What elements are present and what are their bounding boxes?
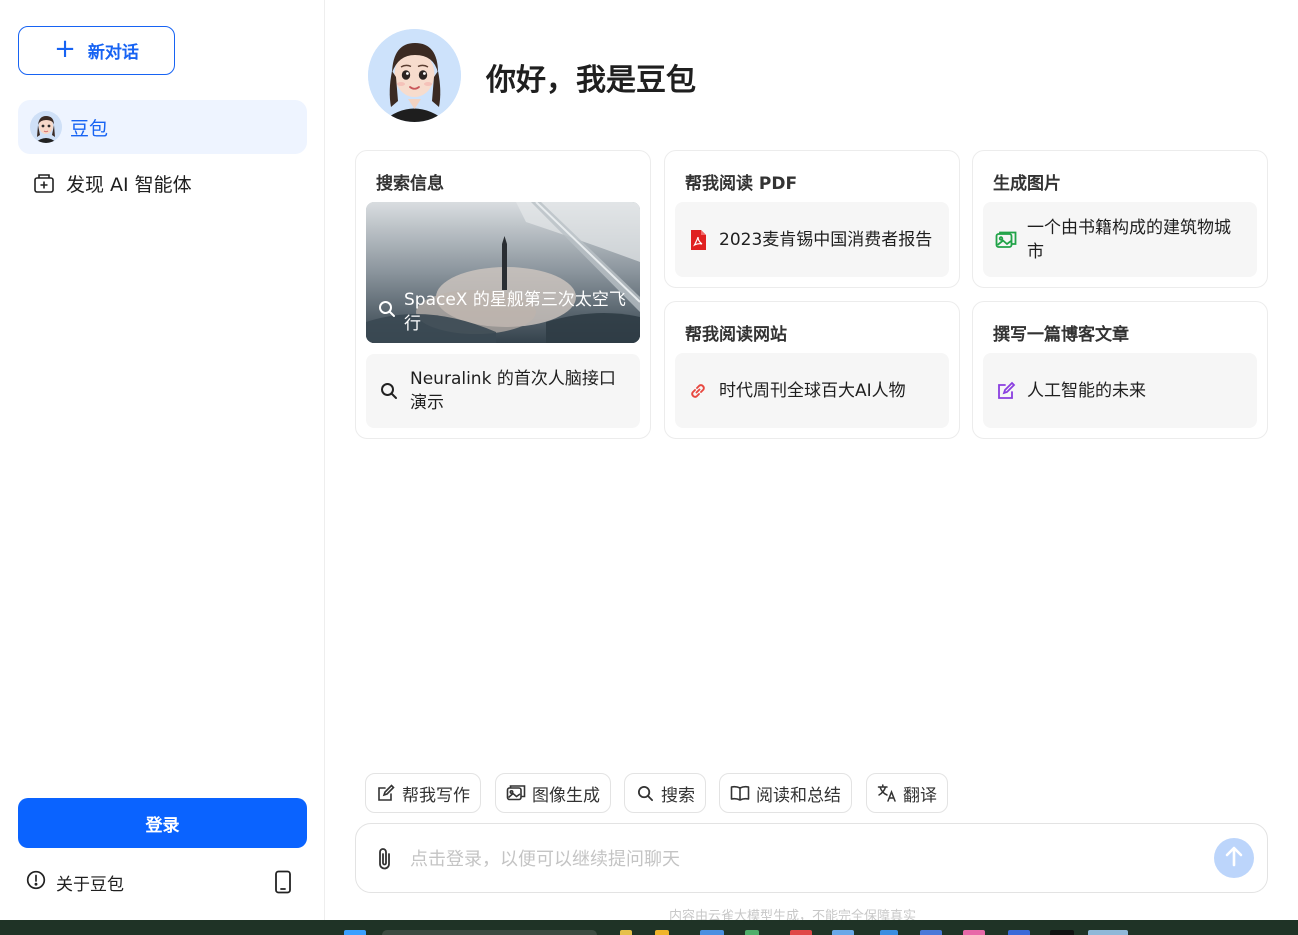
card-generate-image: 生成图片 一个由书籍构成的建筑物城市 [972, 150, 1268, 288]
suggestion-text: SpaceX 的星舰第三次太空飞行 [404, 290, 626, 334]
tool-search[interactable]: 搜索 [624, 773, 706, 813]
suggestion-ai-future[interactable]: 人工智能的未来 [983, 353, 1257, 428]
tool-read-summarize[interactable]: 阅读和总结 [719, 773, 852, 813]
login-button[interactable]: 登录 [18, 798, 307, 848]
phone-icon[interactable] [270, 868, 296, 896]
suggestion-caption: SpaceX 的星舰第三次太空飞行 [378, 288, 628, 336]
suggestion-book-city[interactable]: 一个由书籍构成的建筑物城市 [983, 202, 1257, 277]
suggestion-text: 时代周刊全球百大AI人物 [719, 380, 906, 401]
suggestion-spacex-photo[interactable]: SpaceX 的星舰第三次太空飞行 [366, 202, 640, 343]
card-read-website: 帮我阅读网站 时代周刊全球百大AI人物 [664, 301, 960, 439]
suggestion-text: Neuralink 的首次人脑接口演示 [410, 369, 616, 413]
taskbar-app-icon[interactable] [920, 930, 942, 935]
book-icon [730, 783, 750, 803]
chat-input-box [355, 823, 1268, 893]
tool-translate[interactable]: 翻译 [866, 773, 948, 813]
search-icon [635, 783, 655, 803]
taskbar-start-icon[interactable] [344, 930, 366, 935]
write-icon [376, 783, 396, 803]
card-read-pdf: 帮我阅读 PDF 2023麦肯锡中国消费者报告 [664, 150, 960, 288]
taskbar-app-icon[interactable] [700, 930, 724, 935]
tool-label: 阅读和总结 [756, 785, 841, 806]
image-gen-icon [506, 783, 526, 803]
card-search-info: 搜索信息 SpaceX 的星舰第三次太空飞行 Neuralink 的首次人脑接口… [355, 150, 651, 439]
send-button[interactable] [1214, 838, 1254, 878]
plus-icon: + [54, 34, 76, 64]
image-icon [995, 229, 1017, 251]
suggestion-neuralink[interactable]: Neuralink 的首次人脑接口演示 [366, 354, 640, 428]
chat-input[interactable] [410, 842, 1200, 876]
sidebar-item-label: 豆包 [70, 117, 109, 140]
os-taskbar [0, 920, 1298, 935]
card-title: 帮我阅读 PDF [685, 174, 798, 194]
tool-help-write[interactable]: 帮我写作 [365, 773, 481, 813]
about-label: 关于豆包 [56, 874, 124, 895]
search-icon [378, 300, 396, 336]
send-arrow-icon [1224, 845, 1244, 871]
taskbar-app-icon[interactable] [1008, 930, 1030, 935]
sidebar-item-doubao[interactable]: 豆包 [18, 100, 307, 154]
suggestion-time-ai-100[interactable]: 时代周刊全球百大AI人物 [675, 353, 949, 428]
sidebar: + 新对话 豆包 发现 AI 智能体 登录 关于豆包 [0, 0, 325, 920]
translate-icon [877, 783, 897, 803]
taskbar-app-icon[interactable] [880, 930, 898, 935]
new-chat-label: 新对话 [87, 43, 139, 63]
about-doubao-link[interactable]: 关于豆包 [26, 866, 124, 898]
tool-label: 帮我写作 [402, 785, 470, 806]
taskbar-app-icon[interactable] [832, 930, 854, 935]
taskbar-app-icon[interactable] [1088, 930, 1128, 935]
suggestion-text: 一个由书籍构成的建筑物城市 [1027, 217, 1231, 262]
taskbar-app-icon[interactable] [1050, 930, 1074, 935]
tool-label: 图像生成 [532, 785, 600, 806]
discover-agent-icon [30, 169, 58, 197]
new-chat-button[interactable]: + 新对话 [18, 26, 175, 75]
suggestion-mckinsey-report[interactable]: 2023麦肯锡中国消费者报告 [675, 202, 949, 277]
taskbar-app-icon[interactable] [963, 930, 985, 935]
doubao-avatar [30, 111, 62, 143]
sidebar-item-label: 发现 AI 智能体 [66, 173, 192, 196]
taskbar-app-icon[interactable] [790, 930, 812, 935]
tool-label: 翻译 [903, 785, 937, 806]
card-write-blog: 撰写一篇博客文章 人工智能的未来 [972, 301, 1268, 439]
greeting-title: 你好，我是豆包 [486, 63, 696, 98]
edit-icon [995, 380, 1017, 402]
card-title: 撰写一篇博客文章 [993, 325, 1129, 345]
card-title: 帮我阅读网站 [685, 325, 787, 345]
tool-image-generation[interactable]: 图像生成 [495, 773, 611, 813]
taskbar-folder-icon[interactable] [655, 930, 669, 935]
card-title: 搜索信息 [376, 174, 444, 194]
pdf-icon [687, 229, 709, 251]
taskbar-app-icon[interactable] [620, 930, 632, 935]
link-icon [687, 380, 709, 402]
taskbar-app-icon[interactable] [745, 930, 759, 935]
taskbar-search-box[interactable] [382, 930, 597, 935]
suggestion-text: 2023麦肯锡中国消费者报告 [719, 229, 933, 250]
card-title: 生成图片 [993, 174, 1061, 194]
search-icon [378, 380, 400, 402]
suggestion-text: 人工智能的未来 [1027, 380, 1146, 401]
info-icon [26, 870, 46, 895]
paperclip-icon[interactable] [374, 846, 396, 872]
hero-avatar [368, 29, 461, 122]
tool-label: 搜索 [661, 785, 695, 806]
sidebar-item-discover[interactable]: 发现 AI 智能体 [18, 156, 307, 210]
